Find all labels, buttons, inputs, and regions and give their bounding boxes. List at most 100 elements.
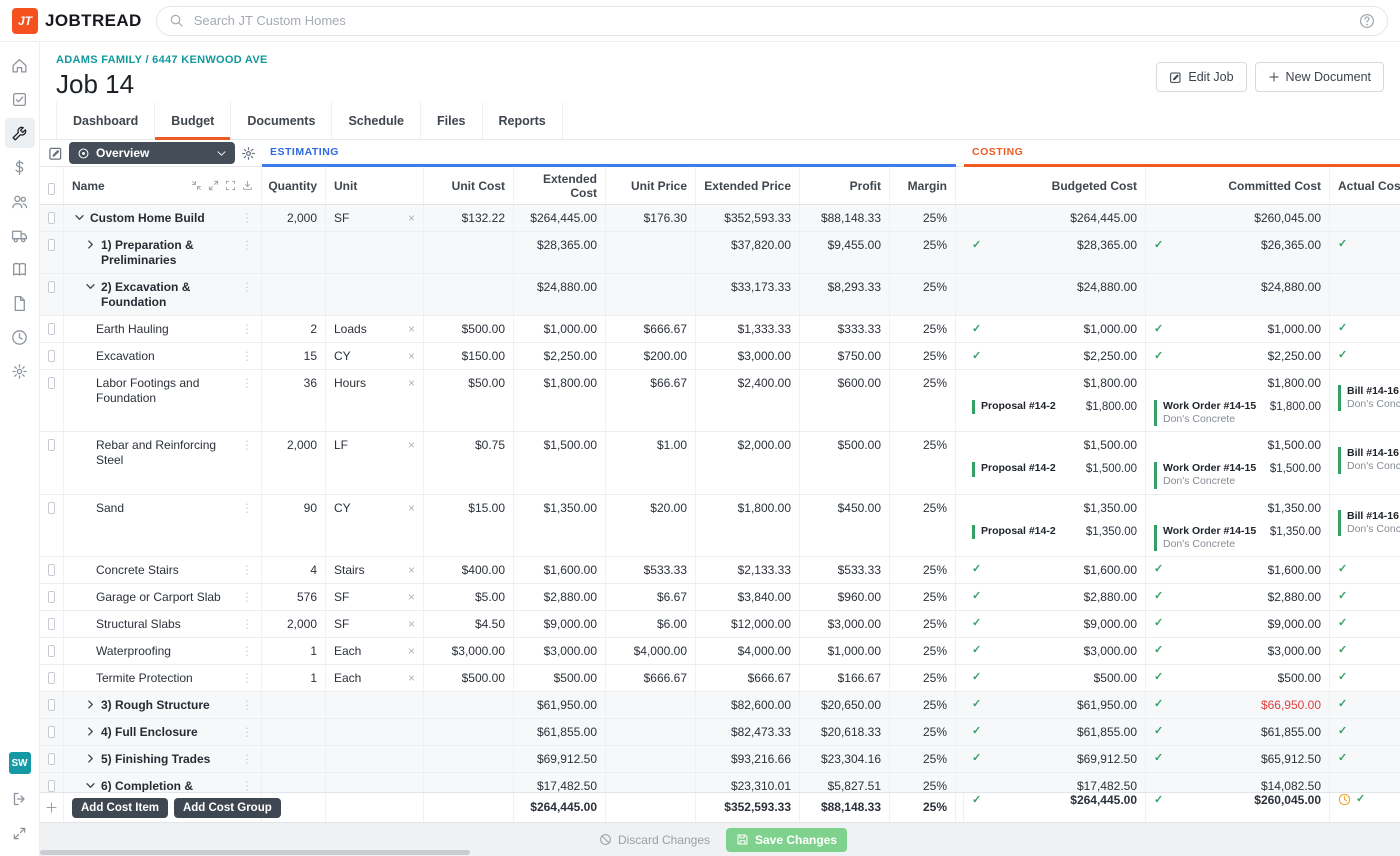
budgeted-cost-cell[interactable]: $1,800.00 Proposal #14-2 $1,800.00 xyxy=(964,370,1146,432)
item-name-cell[interactable]: Custom Home Build ⋮ xyxy=(64,205,262,231)
profit-cell[interactable]: $23,304.16 xyxy=(800,745,890,772)
extended-cost-cell[interactable]: $1,500.00 xyxy=(514,432,606,494)
extended-price-cell[interactable]: $2,400.00 xyxy=(696,370,800,432)
extended-price-cell[interactable]: $3,840.00 xyxy=(696,583,800,610)
extended-price-cell[interactable]: $2,133.33 xyxy=(696,556,800,583)
committed-cost-cell[interactable]: ✓ $2,880.00 xyxy=(1146,583,1330,610)
budgeted-cost-cell[interactable]: $17,482.50 xyxy=(964,772,1146,792)
margin-cell[interactable]: 25% xyxy=(890,232,956,273)
cost-document-link[interactable]: Work Order #14-15 Don's Concrete $1,500.00 xyxy=(1154,462,1321,489)
committed-cost-column-header[interactable]: Committed Cost xyxy=(1146,167,1330,204)
edit-job-button[interactable]: Edit Job xyxy=(1156,62,1247,92)
extended-price-cell[interactable]: $1,800.00 xyxy=(696,494,800,556)
profit-cell[interactable]: $500.00 xyxy=(800,432,890,494)
extended-cost-cell[interactable]: $1,000.00 xyxy=(514,316,606,342)
actual-cost-cell[interactable]: ✓ xyxy=(1330,584,1400,610)
unit-cell[interactable]: SF × xyxy=(326,205,424,231)
extended-cost-cell[interactable]: $28,365.00 xyxy=(514,232,606,273)
quantity-cell[interactable] xyxy=(262,772,326,792)
drag-handle[interactable]: ⋮ xyxy=(241,752,253,767)
actual-cost-cell[interactable]: ✓ xyxy=(1330,232,1400,273)
item-name-cell[interactable]: Excavation ⋮ xyxy=(64,343,262,369)
extended-cost-cell[interactable]: $9,000.00 xyxy=(514,610,606,637)
margin-cell[interactable]: 25% xyxy=(890,316,956,342)
actual-cost-cell[interactable]: ✓ xyxy=(1330,746,1400,772)
unit-price-cell[interactable]: $66.67 xyxy=(606,370,696,432)
add-row-plus-icon[interactable] xyxy=(45,801,58,814)
budgeted-cost-cell[interactable]: ✓ $9,000.00 xyxy=(964,610,1146,637)
drag-handle[interactable]: ⋮ xyxy=(241,438,253,453)
expand-caret[interactable] xyxy=(85,699,96,710)
tab-files[interactable]: Files xyxy=(421,102,483,139)
search-input[interactable] xyxy=(191,12,1351,29)
committed-cost-cell[interactable]: $1,350.00 Work Order #14-15 Don's Concrete… xyxy=(1146,494,1330,556)
row-select-cell[interactable] xyxy=(40,370,64,432)
row-select-cell[interactable] xyxy=(40,343,64,369)
committed-cost-cell[interactable]: ✓ $66,950.00 xyxy=(1146,691,1330,718)
sidebar-item-financials[interactable] xyxy=(5,152,35,182)
committed-cost-cell[interactable]: ✓ $65,912.50 xyxy=(1146,745,1330,772)
expand-caret[interactable] xyxy=(85,753,96,764)
committed-cost-cell[interactable]: ✓ $2,250.00 xyxy=(1146,343,1330,369)
row-checkbox[interactable] xyxy=(48,212,55,224)
unit-price-cell[interactable]: $666.67 xyxy=(606,316,696,342)
actual-cost-cell[interactable]: ✓ xyxy=(1330,611,1400,637)
profit-cell[interactable]: $3,000.00 xyxy=(800,610,890,637)
actual-cost-cell[interactable]: ✓ xyxy=(1330,557,1400,583)
extended-price-cell[interactable]: $23,310.01 xyxy=(696,772,800,792)
unit-cell[interactable]: Stairs × xyxy=(326,556,424,583)
row-checkbox[interactable] xyxy=(48,239,55,251)
extended-price-cell[interactable]: $33,173.33 xyxy=(696,274,800,315)
add-cost-item-button[interactable]: Add Cost Item xyxy=(72,797,168,818)
sidebar-item-catalog[interactable] xyxy=(5,254,35,284)
margin-cell[interactable]: 25% xyxy=(890,664,956,691)
clear-unit-icon[interactable]: × xyxy=(408,644,415,659)
unit-price-cell[interactable]: $533.33 xyxy=(606,556,696,583)
budgeted-cost-cell[interactable]: ✓ $1,600.00 xyxy=(964,556,1146,583)
clear-unit-icon[interactable]: × xyxy=(408,563,415,578)
unit-cost-cell[interactable]: $400.00 xyxy=(424,556,514,583)
extended-price-cell[interactable]: $3,000.00 xyxy=(696,343,800,369)
row-select-cell[interactable] xyxy=(40,494,64,556)
committed-cost-cell[interactable]: $24,880.00 xyxy=(1146,274,1330,315)
unit-price-cell[interactable] xyxy=(606,718,696,745)
actual-cost-cell[interactable]: Bill #14-16 Don's Conc xyxy=(1330,370,1400,431)
quantity-cell[interactable]: 2,000 xyxy=(262,432,326,494)
row-checkbox[interactable] xyxy=(48,617,55,630)
sidebar-item-tasks[interactable] xyxy=(5,84,35,114)
drag-handle[interactable]: ⋮ xyxy=(241,322,253,337)
quantity-cell[interactable] xyxy=(262,718,326,745)
actual-cost-cell[interactable]: ✓ xyxy=(1330,665,1400,691)
horizontal-scrollbar-thumb[interactable] xyxy=(40,850,470,855)
quantity-cell[interactable]: 1 xyxy=(262,664,326,691)
row-select-cell[interactable] xyxy=(40,316,64,342)
drag-handle[interactable]: ⋮ xyxy=(241,617,253,632)
margin-cell[interactable]: 25% xyxy=(890,432,956,494)
drag-handle[interactable]: ⋮ xyxy=(241,590,253,605)
margin-cell[interactable]: 25% xyxy=(890,745,956,772)
profit-cell[interactable]: $600.00 xyxy=(800,370,890,432)
unit-cost-cell[interactable]: $500.00 xyxy=(424,664,514,691)
budgeted-cost-cell[interactable]: ✓ $61,950.00 xyxy=(964,691,1146,718)
extended-cost-cell[interactable]: $61,950.00 xyxy=(514,691,606,718)
extended-cost-cell[interactable]: $69,912.50 xyxy=(514,745,606,772)
unit-cell[interactable] xyxy=(326,745,424,772)
actual-cost-cell[interactable]: ✓ xyxy=(1330,343,1400,369)
extended-cost-cell[interactable]: $3,000.00 xyxy=(514,637,606,664)
unit-cost-cell[interactable] xyxy=(424,691,514,718)
tab-budget[interactable]: Budget xyxy=(155,102,232,140)
row-select-cell[interactable] xyxy=(40,745,64,772)
profit-cell[interactable]: $9,455.00 xyxy=(800,232,890,273)
row-select-cell[interactable] xyxy=(40,718,64,745)
clear-unit-icon[interactable]: × xyxy=(408,590,415,605)
cost-document-link[interactable]: Bill #14-16 Don's Conc xyxy=(1338,447,1400,474)
collapse-caret[interactable] xyxy=(85,281,96,292)
margin-cell[interactable]: 25% xyxy=(890,691,956,718)
drag-handle[interactable]: ⋮ xyxy=(241,698,253,713)
unit-cell[interactable]: SF × xyxy=(326,610,424,637)
row-select-cell[interactable] xyxy=(40,232,64,273)
row-select-cell[interactable] xyxy=(40,432,64,494)
unit-cost-cell[interactable]: $0.75 xyxy=(424,432,514,494)
quantity-cell[interactable] xyxy=(262,232,326,273)
extended-cost-cell[interactable]: $61,855.00 xyxy=(514,718,606,745)
